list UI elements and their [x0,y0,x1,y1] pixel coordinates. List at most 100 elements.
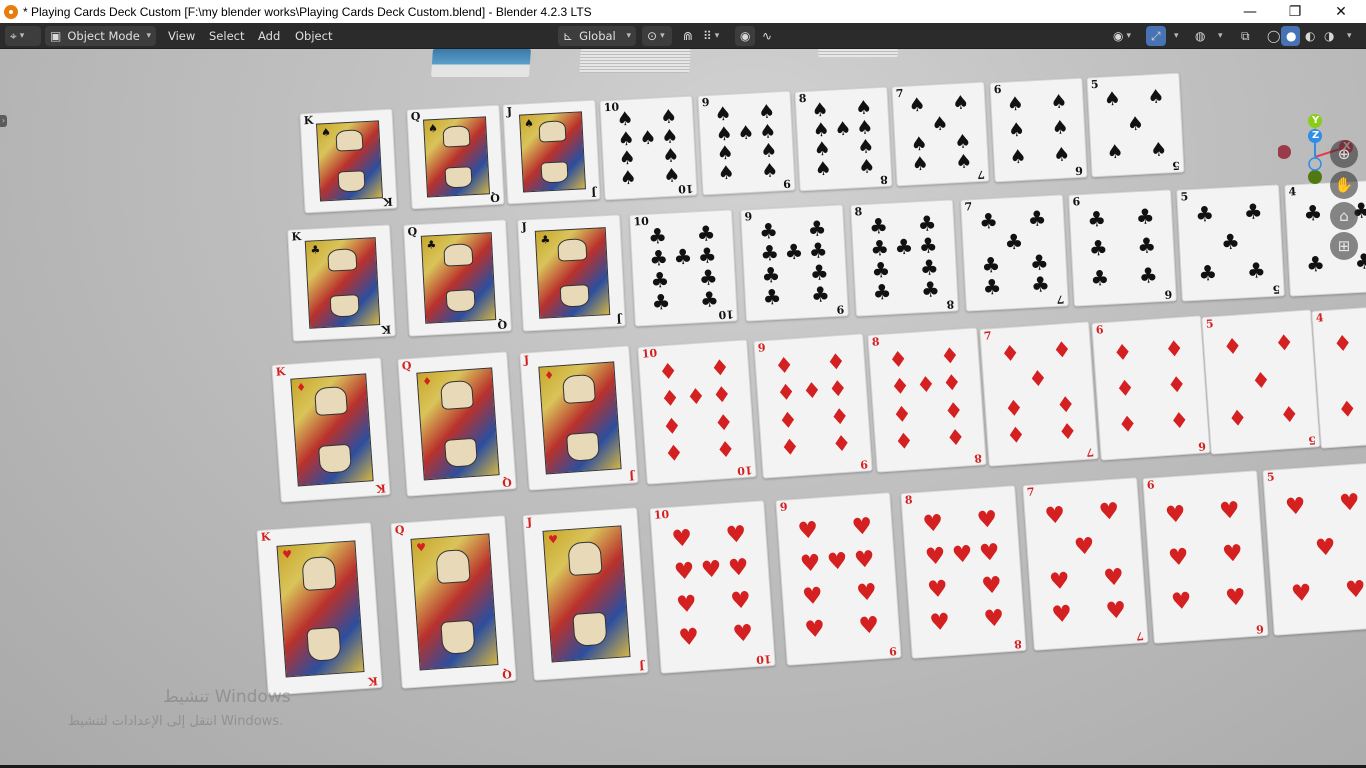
playing-card[interactable]: 10 10 ♥ ♥ ♥ ♥ ♥ ♥ ♥ ♥ ♥ [649,499,776,674]
card-suit-icon: ♦ [657,359,679,386]
card-pips: ♠ ♠ ♠ ♠ ♠ ♠ ♠ ♠ ♠ [614,105,684,189]
card-rank-label: 6 [1072,195,1081,209]
playing-card[interactable]: 9 9 ♠ ♠ ♠ ♠ ♠ ♠ ♠ ♠ ♠ [697,90,796,196]
card-suit-icon: ♦ [1056,419,1079,446]
playing-card[interactable]: J J ♥ [522,507,649,681]
playing-card[interactable]: 8 8 ♣ ♣ ♣ ♣ ♣ ♣ ♣ ♣ ♣ [850,199,959,317]
3d-viewport[interactable]: › K K ♠ Q Q ♠ J J ♠ 10 10 ♠ ♠ ♠ ♠ ♠ ♠ ♠ ♠ ♠ 9 9 ♠ ♠ ♠ ♠ ♠ ♠ ♠ ♠ ♠ 8 8 ♠ ♠ ♠… [0,49,1366,765]
playing-card[interactable]: 6 6 ♠ ♠ ♠ ♠ ♠ ♠ [989,77,1088,182]
gizmo-neg-x-axis[interactable] [1278,145,1291,159]
shading-wireframe-button[interactable]: ◯ [1262,26,1282,46]
card-suit-icon: ♦ [1163,336,1186,363]
playing-card[interactable]: J J ♠ [502,99,601,205]
gizmo-neg-y-axis[interactable] [1308,170,1322,184]
zoom-button[interactable]: ⊕ [1330,140,1358,168]
playing-card[interactable]: 9 9 ♥ ♥ ♥ ♥ ♥ ♥ ♥ ♥ ♥ [775,492,902,666]
toolbar-toggle-icon[interactable]: › [0,115,7,127]
playing-card[interactable]: 6 6 ♦ ♦ ♦ ♦ ♦ ♦ [1091,315,1211,461]
playing-card[interactable]: 8 8 ♥ ♥ ♥ ♥ ♥ ♥ ♥ ♥ ♥ [900,484,1027,659]
card-suit-icon: ♦ [999,341,1021,368]
playing-card[interactable]: Q Q ♣ [403,219,512,337]
shading-dropdown[interactable]: ▾ [1339,26,1355,46]
card-suit-icon [1056,538,1058,561]
playing-card[interactable]: Q Q ♥ [390,514,517,689]
card-suit-icon: ♦ [1051,337,1073,365]
card-suit-icon: ♣ [920,276,941,302]
card-suit-icon: ♠ [714,102,733,126]
playing-card[interactable]: 7 7 ♣ ♣ ♣ ♣ ♣ ♣ ♣ [960,194,1069,312]
card-suit-icon: ♥ [1344,576,1366,604]
minimize-button[interactable]: — [1227,0,1273,23]
menu-view[interactable]: View [168,26,195,46]
card-pips: ♣ ♣ ♣ ♣ ♣ ♣ ♣ ♣ ♣ [756,216,833,309]
close-button[interactable]: ✕ [1318,0,1364,23]
playing-card[interactable]: 9 9 ♣ ♣ ♣ ♣ ♣ ♣ ♣ ♣ ♣ [740,204,849,322]
camera-view-button[interactable]: ⌂ [1330,202,1358,230]
editor-type-button[interactable]: ⌖ ▾ [5,26,41,46]
shading-rendered-button[interactable]: ◑ [1319,26,1338,46]
card-suit-icon [966,609,968,632]
playing-card[interactable]: Q Q ♠ [406,104,505,209]
card-suit-icon [1015,253,1016,274]
menu-object[interactable]: Object [295,26,332,46]
object-visibility-button[interactable]: ◉ ▾ [1108,26,1140,46]
playing-card[interactable]: J J ♣ [517,214,626,332]
playing-card[interactable]: 5 5 ♦ ♦ ♦ ♦ ♦ [1201,309,1321,455]
playing-card[interactable]: 7 7 ♠ ♠ ♠ ♠ ♠ ♠ ♠ [891,81,990,187]
card-suit-icon: ♣ [310,243,321,257]
pivot-point-button[interactable]: ⊙ ▾ [642,26,672,46]
chevron-down-icon: ▾ [626,31,631,41]
card-pips: ♣ ♣ ♣ ♣ ♣ ♣ ♣ ♣ ♣ [866,211,943,304]
playing-card[interactable]: Q Q ♦ [397,351,517,497]
card-rank-label: J [506,105,513,119]
card-suit-icon: ♥ [675,590,698,618]
object-mode-icon: ▣ [50,29,62,43]
pan-button[interactable]: ✋ [1330,171,1358,199]
playing-card[interactable]: K K ♠ [299,108,398,214]
playing-card[interactable]: K K ♣ [287,224,396,342]
playing-card[interactable]: 44♦♦♦♦ [1311,303,1366,449]
card-suit-icon: ♥ [1097,498,1121,527]
menu-add[interactable]: Add [258,26,280,46]
card-suit-icon [1148,341,1150,363]
gizmo-dropdown[interactable]: ▾ [1166,26,1182,46]
face-card-head [335,129,364,152]
proportional-edit-toggle[interactable]: ◉ [735,26,755,46]
snap-toggle[interactable]: ⋒ [678,26,698,46]
maximize-button[interactable]: ❐ [1272,0,1318,23]
playing-card[interactable]: 6 6 ♥ ♥ ♥ ♥ ♥ ♥ [1142,469,1269,644]
xray-toggle[interactable]: ⧉ [1236,26,1256,46]
playing-card[interactable]: 8 8 ♦ ♦ ♦ ♦ ♦ ♦ ♦ ♦ ♦ [867,327,987,473]
playing-card[interactable]: 7 7 ♥ ♥ ♥ ♥ ♥ ♥ ♥ [1022,477,1149,651]
card-suit-icon: ♣ [868,213,889,239]
playing-card[interactable]: 5 5 ♠ ♠ ♠ ♠ ♠ [1086,72,1185,178]
gizmo-toggle[interactable]: ⤢ [1146,26,1166,46]
playing-card[interactable]: 10 10 ♦ ♦ ♦ ♦ ♦ ♦ ♦ ♦ ♦ [637,339,757,485]
falloff-button[interactable]: ∿ [757,26,779,46]
mode-selector[interactable]: ▣ Object Mode ▾ [45,26,156,46]
card-suit-icon [961,114,962,133]
playing-card[interactable]: K K ♦ [271,357,391,503]
overlay-toggle[interactable]: ◍ [1190,26,1210,46]
gizmo-neg-z-axis[interactable] [1308,157,1322,171]
transform-orientation-selector[interactable]: ⊾ Global ▾ [558,26,636,46]
menu-select[interactable]: Select [209,26,244,46]
playing-card[interactable]: K K ♥ [256,522,383,696]
playing-card[interactable]: 55♥♥♥♥♥ [1262,462,1366,636]
shading-solid-button[interactable]: ● [1281,26,1300,46]
card-suit-icon [685,290,686,311]
playing-card[interactable]: 10 10 ♣ ♣ ♣ ♣ ♣ ♣ ♣ ♣ ♣ [629,209,738,327]
card-suit-icon [809,354,811,376]
playing-card[interactable]: 9 9 ♦ ♦ ♦ ♦ ♦ ♦ ♦ ♦ ♦ [753,333,873,479]
perspective-toggle-button[interactable]: ⊞ [1330,232,1358,260]
card-suit-icon: ♦ [939,343,961,371]
snap-target-button[interactable]: ⠿ ▾ [698,26,728,46]
playing-card[interactable]: 5 5 ♣ ♣ ♣ ♣ ♣ [1176,184,1285,302]
shading-material-button[interactable]: ◐ [1300,26,1319,46]
playing-card[interactable]: J J ♦ [519,345,639,491]
playing-card[interactable]: 6 6 ♣ ♣ ♣ ♣ ♣ ♣ [1068,189,1177,307]
playing-card[interactable]: 8 8 ♠ ♠ ♠ ♠ ♠ ♠ ♠ ♠ ♠ [794,86,893,191]
playing-card[interactable]: 7 7 ♦ ♦ ♦ ♦ ♦ ♦ ♦ [979,321,1099,467]
playing-card[interactable]: 10 10 ♠ ♠ ♠ ♠ ♠ ♠ ♠ ♠ ♠ [599,95,698,200]
overlay-dropdown[interactable]: ▾ [1210,26,1230,46]
